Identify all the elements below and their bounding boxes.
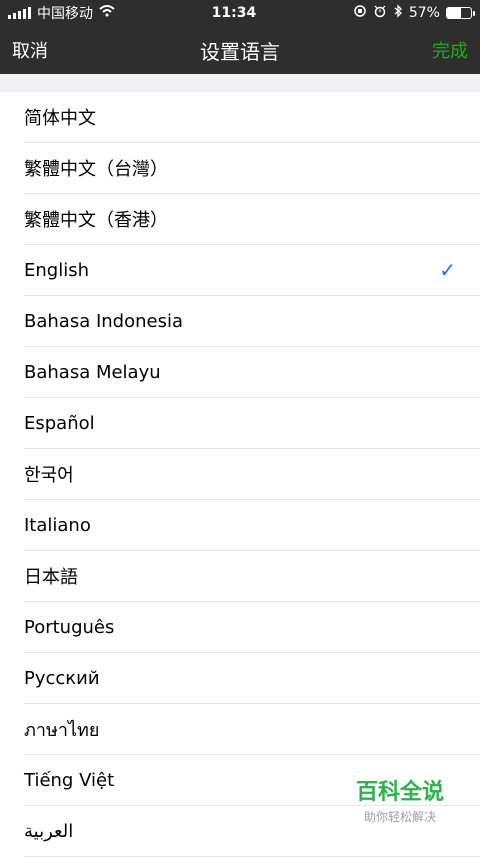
language-item[interactable]: Русский [24,653,480,704]
watermark-main: 百科全说 [355,780,444,805]
language-item[interactable]: 简体中文 [24,92,480,143]
language-label: Bahasa Indonesia [24,310,183,332]
page-title: 设置语言 [200,39,280,64]
checkmark-icon: ✓ [439,258,456,282]
status-bar: 中国移动 11:34 57% [0,0,480,26]
status-left: 中国移动 [8,3,115,23]
language-label: English [24,259,89,281]
language-label: 한국어 [24,465,74,486]
language-item[interactable]: Español [24,398,480,449]
list-top-spacer [0,74,480,92]
language-label: Bahasa Melayu [24,361,161,383]
done-button[interactable]: 完成 [432,37,468,63]
nav-bar: 取消 设置语言 完成 [0,26,480,74]
carrier-label: 中国移动 [37,6,93,22]
language-label: Português [24,616,115,638]
status-time: 11:34 [211,5,257,21]
language-item[interactable]: Italiano [24,500,480,551]
language-item[interactable]: 繁體中文（台灣） [24,143,480,194]
language-label: Italiano [24,514,91,536]
language-list: 简体中文繁體中文（台灣） 繁體中文（香港） English ✓ Bahasa Indon… [0,92,480,857]
cancel-button[interactable]: 取消 [12,37,48,63]
language-label: Español [24,412,95,434]
language-item[interactable]: 繁體中文（香港） [24,194,480,245]
language-label: 日本語 [24,567,78,588]
language-label: 繁體中文（香港） [24,210,168,231]
alarm-icon [373,4,387,22]
battery-level-fill [446,8,461,18]
bluetooth-icon [393,4,403,22]
status-right: 57% [353,4,475,22]
watermark-sub: 助你轻松解决 [363,810,436,824]
language-item[interactable]: 한국어 [24,449,480,500]
language-item[interactable]: Bahasa Indonesia [24,296,480,347]
screen-lock-rotation-icon [353,4,367,22]
wifi-icon [99,5,115,21]
language-label: 简体中文 [24,108,96,129]
language-label: 繁體中文（台灣） [24,159,168,180]
language-item[interactable]: Português [24,602,480,653]
language-item[interactable]: 日本語 [24,551,480,602]
language-label: العربية [24,820,74,842]
signal-icon [8,7,31,19]
language-label: Tiếng Việt [24,769,115,791]
language-item[interactable]: ภาษาไทย [24,704,480,755]
language-item[interactable]: Bahasa Melayu [24,347,480,398]
battery-icon [445,7,475,19]
language-label: ภาษาไทย [24,719,100,741]
language-item[interactable]: English ✓ [24,245,480,296]
language-label: Русский [24,667,100,689]
battery-percent: 57% [408,5,440,21]
watermark: 百科全说 助你轻松解决 [356,774,444,825]
